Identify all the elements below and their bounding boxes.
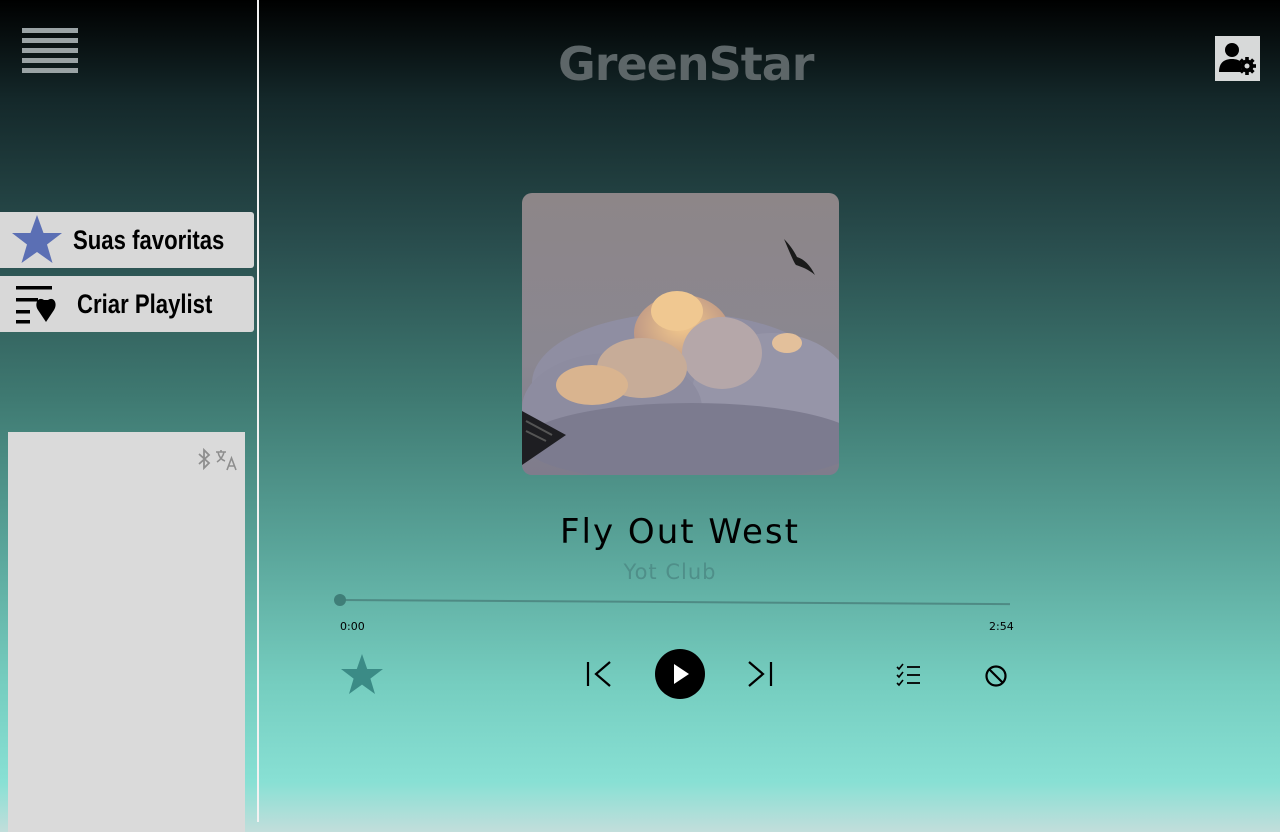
album-art bbox=[522, 193, 839, 475]
star-icon bbox=[12, 215, 62, 263]
app-logo: GreenStar bbox=[558, 37, 814, 91]
block-icon bbox=[985, 665, 1007, 687]
queue-list-icon bbox=[896, 663, 920, 687]
play-icon bbox=[655, 649, 705, 699]
song-artist: Yot Club bbox=[623, 560, 717, 584]
playlist-heart-icon bbox=[16, 286, 56, 324]
sidebar-item-favorites[interactable]: Suas favoritas bbox=[0, 212, 254, 268]
favorite-button[interactable] bbox=[340, 653, 384, 699]
block-button[interactable] bbox=[984, 664, 1008, 692]
queue-button[interactable] bbox=[896, 663, 922, 691]
play-button[interactable] bbox=[655, 649, 705, 703]
favorite-star-icon bbox=[341, 654, 383, 694]
ad-panel bbox=[8, 432, 245, 832]
sidebar-divider bbox=[257, 0, 259, 822]
next-icon bbox=[748, 661, 773, 687]
user-settings-button[interactable] bbox=[1215, 36, 1260, 81]
translate-icon bbox=[216, 450, 237, 471]
total-time: 2:54 bbox=[989, 620, 1014, 633]
progress-bar[interactable] bbox=[339, 599, 1010, 606]
previous-icon bbox=[586, 661, 611, 687]
previous-button[interactable] bbox=[585, 659, 613, 693]
user-settings-icon bbox=[1219, 43, 1256, 75]
hamburger-menu-icon[interactable] bbox=[22, 28, 78, 76]
sidebar-item-create-playlist[interactable]: Criar Playlist bbox=[0, 276, 254, 332]
song-title: Fly Out West bbox=[560, 512, 800, 552]
progress-knob[interactable] bbox=[334, 594, 346, 606]
current-time: 0:00 bbox=[340, 620, 365, 633]
sidebar-item-label: Criar Playlist bbox=[77, 289, 213, 319]
bluetooth-icon bbox=[198, 448, 211, 470]
next-button[interactable] bbox=[746, 659, 774, 693]
sidebar-item-label: Suas favoritas bbox=[73, 225, 225, 255]
